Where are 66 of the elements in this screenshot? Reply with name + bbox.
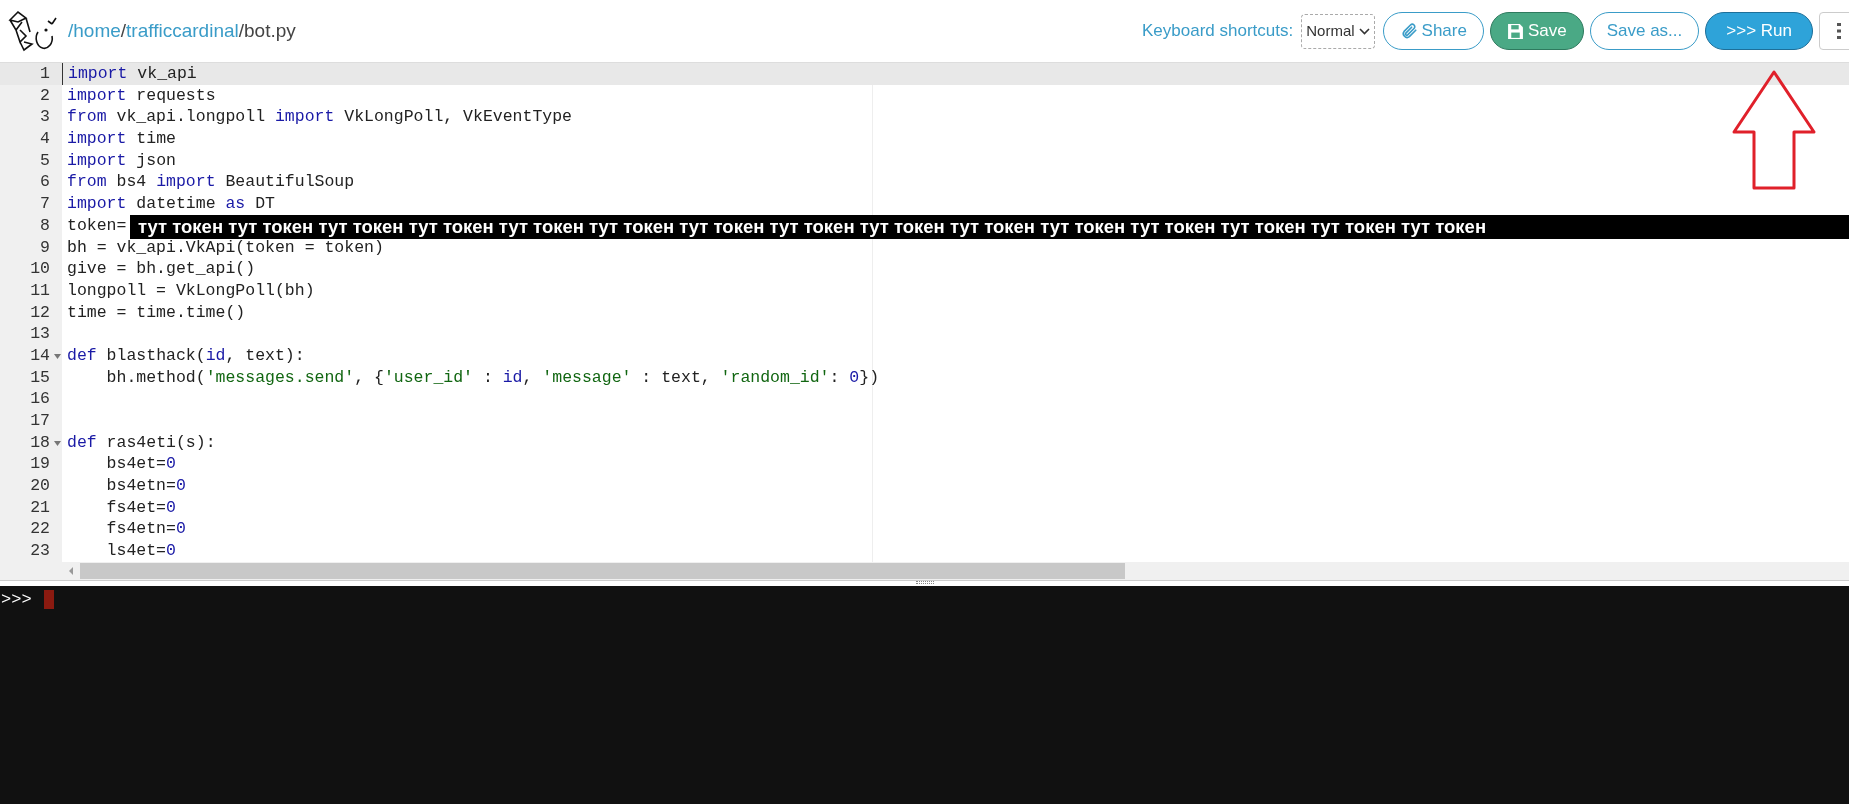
- fold-arrow-icon[interactable]: [54, 440, 61, 446]
- line-number: 11: [30, 279, 50, 302]
- code-line: fs4etn=0: [105, 518, 186, 541]
- resize-handle[interactable]: [915, 581, 934, 584]
- menu-button[interactable]: [1819, 12, 1849, 50]
- code-line: bs4etn=0: [105, 475, 186, 497]
- path-link[interactable]: trafficcardinal: [126, 16, 239, 46]
- code-line: import time: [66, 128, 176, 150]
- line-number: 23: [30, 540, 50, 562]
- code-line: bs4et=0: [105, 453, 176, 476]
- fold-arrow-icon[interactable]: [54, 353, 61, 359]
- path-text: /: [120, 18, 127, 43]
- line-number: 3: [40, 106, 50, 129]
- chevron-down-icon: [1358, 27, 1370, 35]
- run-button[interactable]: >>> Run: [1705, 12, 1813, 50]
- path-link[interactable]: /home: [68, 16, 121, 46]
- shortcuts-dropdown[interactable]: Normal: [1301, 13, 1375, 49]
- save-as-button[interactable]: Save as...: [1589, 12, 1700, 50]
- line-number: 13: [30, 323, 50, 345]
- line-number: 20: [30, 475, 50, 497]
- code-line: def ras4eti(s):: [66, 431, 216, 454]
- code-line: longpoll = VkLongPoll(bh): [66, 279, 315, 302]
- line-number: 2: [40, 84, 50, 107]
- console-panel[interactable]: >>>: [0, 586, 1849, 804]
- line-number: 8: [40, 214, 50, 237]
- line-number: 15: [30, 366, 50, 389]
- line-number: 6: [40, 171, 50, 194]
- horizontal-scrollbar[interactable]: [80, 563, 1125, 579]
- line-number: 5: [40, 149, 50, 172]
- code-line: from vk_api.longpoll import VkLongPoll, VkEventType: [66, 106, 572, 129]
- code-line: bh.method('messages.send', {'user_id' : id, 'message' : text, 'random_id': 0}): [105, 366, 880, 389]
- save-button[interactable]: Save: [1489, 12, 1584, 50]
- line-number: 7: [40, 193, 50, 215]
- line-number: 16: [30, 388, 50, 410]
- menu-icon: [1836, 22, 1842, 40]
- line-number: 12: [30, 301, 50, 324]
- line-number: 14: [30, 344, 50, 367]
- line-number: 9: [40, 236, 50, 259]
- code-line: ls4et=0: [105, 540, 176, 562]
- line-number: 4: [40, 128, 50, 150]
- line-number: 1: [40, 63, 50, 85]
- code-line: import json: [66, 149, 176, 172]
- code-line: import requests: [66, 84, 216, 107]
- code-line: bh = vk_api.VkApi(token = token): [66, 237, 384, 259]
- console-prompt: >>>: [1, 590, 32, 610]
- code-line: import vk_api: [62, 63, 197, 85]
- code-line: from bs4 import BeautifulSoup: [66, 171, 355, 194]
- line-number: 21: [30, 496, 50, 519]
- code-line: time = time.time(): [66, 301, 246, 324]
- line-number: 18: [30, 431, 50, 454]
- cursor: [43, 590, 54, 609]
- line-number: 19: [30, 453, 50, 476]
- line-number: 10: [30, 258, 50, 280]
- path-text: /bot.py: [238, 18, 296, 43]
- code-line: give = bh.get_api(): [66, 258, 256, 280]
- share-button[interactable]: Share: [1382, 12, 1484, 50]
- logo-icon: [6, 8, 58, 54]
- line-number: 17: [30, 410, 50, 432]
- code-line: import datetime as DT: [66, 193, 275, 215]
- redaction-bar: тут токен тут токен тут токен тут токен тут токен тут токен тут токен тут токен тут токен тут токен тут токен тут токен тут токен тут токен тут токен: [130, 215, 1849, 239]
- code-line: def blasthack(id, text):: [66, 344, 305, 367]
- code-line: fs4et=0: [105, 496, 176, 519]
- line-number: 22: [30, 518, 50, 541]
- shortcuts-label: Keyboard shortcuts:: [1142, 20, 1294, 43]
- code-line: token=: [66, 214, 127, 237]
- paperclip-icon: [1399, 22, 1418, 40]
